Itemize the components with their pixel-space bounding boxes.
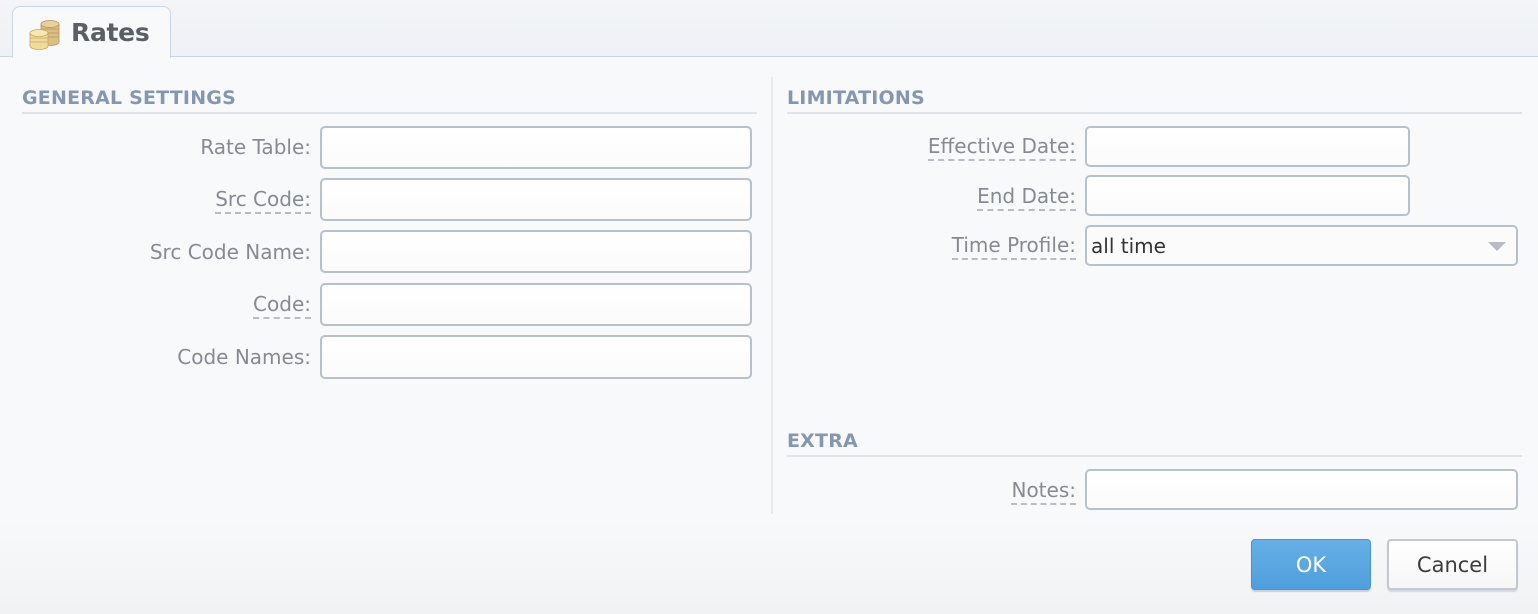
time-profile-select[interactable]: all time [1085, 225, 1518, 266]
time-profile-value: all time [1091, 233, 1166, 258]
end-date-input[interactable] [1085, 175, 1410, 216]
tab-rates[interactable]: Rates [12, 6, 171, 58]
general-settings-title: GENERAL SETTINGS [22, 87, 236, 109]
limitations-title: LIMITATIONS [787, 87, 925, 109]
src-code-name-input[interactable] [320, 230, 752, 273]
cancel-button[interactable]: Cancel [1387, 539, 1518, 590]
rate-table-label: Rate Table: [200, 135, 311, 159]
column-divider [771, 77, 773, 514]
tab-bar: Rates [0, 0, 1538, 58]
effective-date-label[interactable]: Effective Date: [927, 134, 1076, 161]
rate-table-input[interactable] [320, 126, 752, 169]
code-names-label: Code Names: [177, 345, 311, 369]
code-input[interactable] [320, 283, 752, 326]
general-settings-divider [22, 112, 757, 114]
extra-title: EXTRA [787, 430, 858, 452]
coins-icon [29, 20, 60, 50]
limitations-divider [787, 112, 1522, 114]
notes-input[interactable] [1085, 469, 1518, 510]
tab-label: Rates [71, 18, 150, 47]
notes-label[interactable]: Notes: [1011, 478, 1076, 505]
src-code-name-label: Src Code Name: [149, 240, 311, 264]
src-code-label[interactable]: Src Code: [215, 187, 311, 214]
effective-date-input[interactable] [1085, 126, 1410, 167]
chevron-down-icon [1488, 242, 1506, 251]
ok-button[interactable]: OK [1251, 539, 1371, 590]
src-code-input[interactable] [320, 178, 752, 221]
time-profile-label[interactable]: Time Profile: [951, 233, 1076, 260]
code-label[interactable]: Code: [253, 292, 311, 319]
end-date-label[interactable]: End Date: [977, 184, 1076, 211]
extra-divider [787, 455, 1522, 457]
code-names-input[interactable] [320, 335, 752, 379]
